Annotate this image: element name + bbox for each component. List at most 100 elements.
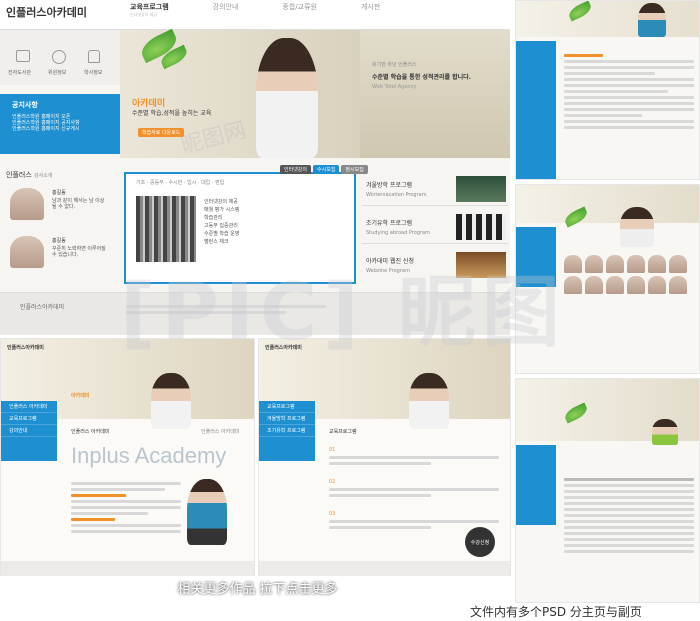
academy-side-label[interactable]: 인플러스 아카데미 — [1, 401, 57, 413]
notice-title[interactable]: 공지사항 — [12, 100, 108, 110]
quick-label-1: 전자도서관 — [8, 70, 32, 76]
program-list: 겨울방학 프로그램 Wintervacation Program 조기유학 프로… — [360, 172, 510, 284]
right-hero-sub: Web Total Agency — [372, 84, 417, 90]
sub-page-program: 인플러스아카데미 교육프로그램 겨울방학 프로그램 조기유학 프로그램 교육프로… — [258, 338, 511, 583]
grid-photo — [648, 255, 666, 273]
program-side-item[interactable]: 조기유학 프로그램 — [259, 425, 315, 437]
nav-item-3[interactable]: 종합/교류원 — [282, 2, 317, 12]
main-page-mockup: 인플러스아카데미 교육프로그램 강의안내 종합/교류원 게시판 인터넷강의 제공… — [0, 0, 510, 335]
thumb3-sidebar — [516, 445, 556, 525]
teacher-section-title: 인플러스 강사소개 — [6, 170, 52, 180]
academy-breadcrumb[interactable]: 인플러스 아카데미 — [201, 429, 239, 435]
thumb2-grid — [564, 255, 694, 294]
program-photo — [409, 373, 449, 429]
course-list: 인터넷강의 제공 매월 평가 시스템 학습관리 고등부 집중관리 수준별 학습 … — [204, 198, 239, 246]
thumb1-content — [564, 51, 694, 132]
thumb2-sidebar — [516, 227, 556, 287]
thumb3-table — [564, 475, 694, 556]
right-hero — [360, 30, 510, 158]
footer-text — [126, 302, 326, 317]
student-photo — [256, 38, 318, 158]
academy-page-heading: 인플러스 아카데미 — [71, 429, 110, 435]
tab-menu[interactable]: 기초 · 중등부 · 수시반 · 입시 · 대입 · 편입 — [136, 180, 224, 186]
program-title-2: 조기유학 프로그램 — [366, 220, 413, 227]
course-item-5[interactable]: 수준별 학습 운영 — [204, 230, 239, 238]
sub-page-thumb-1 — [515, 0, 700, 180]
academy-hero-label: 아카데미 — [71, 393, 90, 399]
globe-icon[interactable] — [52, 50, 66, 64]
hero-title: 수준별 학습,성적을 높히는 교육 — [132, 110, 212, 117]
bottom-banner[interactable]: 相关更多作品 拉下点击更多 — [0, 576, 515, 598]
program-side-label[interactable]: 교육프로그램 — [259, 401, 315, 413]
program-steps: 01 02 03 — [329, 447, 499, 532]
course-tabs: 인터넷강의 수시모집 정시모집 — [280, 165, 368, 174]
grid-photo — [585, 276, 603, 294]
grid-photo — [606, 276, 624, 294]
teacher-name-2: 홍길동 — [52, 238, 66, 244]
grid-photo — [564, 276, 582, 294]
program-thumb-1 — [456, 176, 506, 202]
teacher-desc-1: 남과 같이 해서는 남 이상 될 수 없다. — [52, 198, 105, 210]
hero-button[interactable]: 학습자료 다운로드 — [138, 128, 185, 137]
program-sidebar: 교육프로그램 겨울방학 프로그램 조기유학 프로그램 — [259, 401, 315, 461]
thumb1-sidebar — [516, 41, 556, 179]
program-title-1: 겨울방학 프로그램 — [366, 182, 413, 189]
program-sub-2: Studying abroad Program — [366, 230, 430, 236]
thumb2-header — [516, 185, 699, 223]
sub-nav: 인터넷강의 제공 — [130, 12, 157, 18]
quick-icons: 전자도서관 위원정보 학사정보 — [0, 30, 120, 85]
sub-page-thumb-3 — [515, 378, 700, 603]
program-title-3: 아카데미 웹진 신청 — [366, 258, 414, 265]
grid-photo — [669, 255, 687, 273]
program-sub-1: Wintervacation Program — [366, 192, 427, 198]
footer-logo: 인플러스아카데미 — [20, 304, 65, 311]
thumb2-photo — [620, 207, 654, 247]
nav-item-4[interactable]: 게시판 — [361, 2, 380, 12]
program-logo[interactable]: 인플러스아카데미 — [265, 345, 302, 351]
tab-1[interactable]: 인터넷강의 — [280, 165, 312, 174]
right-hero-small: 쉬기만 하던 인플러스 — [372, 62, 417, 68]
tab-2[interactable]: 수시모집 — [313, 165, 340, 174]
step-3: 03 — [329, 511, 336, 517]
grid-photo — [585, 255, 603, 273]
sub-nav-item[interactable]: 인터넷강의 제공 — [130, 12, 157, 17]
teacher-section-sub: 강사소개 — [34, 173, 53, 179]
academy-man-photo — [187, 479, 227, 545]
inplus-academy-title: Inplus Academy — [71, 443, 227, 468]
lock-icon[interactable] — [88, 50, 100, 63]
course-item-1[interactable]: 인터넷강의 제공 — [204, 198, 239, 206]
book-icon[interactable] — [16, 50, 30, 62]
program-item-1[interactable]: 겨울방학 프로그램 Wintervacation Program — [362, 172, 508, 206]
teacher-photo-1 — [10, 188, 44, 220]
academy-text — [71, 479, 181, 536]
enroll-badge[interactable]: 수강신청 — [465, 527, 495, 557]
academy-photo — [151, 373, 191, 429]
program-sub-3: Webzine Program — [366, 268, 410, 274]
course-item-4[interactable]: 고등부 집중관리 — [204, 222, 239, 230]
thumb1-header — [516, 1, 699, 37]
program-side-item[interactable]: 겨울방학 프로그램 — [259, 413, 315, 425]
academy-side-item[interactable]: 강의안내 — [1, 425, 57, 437]
nav-item-2[interactable]: 강의안내 — [213, 2, 239, 12]
grid-photo — [627, 255, 645, 273]
teacher-name-1: 홍길동 — [52, 190, 66, 196]
sub-page-academy: 인플러스아카데미 아카데미 인플러스 아카데미 교육프로그램 강의안내 인플러스… — [0, 338, 255, 583]
program-item-2[interactable]: 조기유학 프로그램 Studying abroad Program — [362, 210, 508, 244]
logo[interactable]: 인플러스아카데미 — [6, 4, 87, 20]
program-item-3[interactable]: 아카데미 웹진 신청 Webzine Program — [362, 248, 508, 282]
academy-side-item[interactable]: 교육프로그램 — [1, 413, 57, 425]
notice-item-3[interactable]: 인플러스학원 홈페이지 신규게시 — [12, 126, 108, 132]
screenshot-canvas: 인플러스아카데미 교육프로그램 강의안내 종합/교류원 게시판 인터넷강의 제공… — [0, 0, 700, 621]
program-page-heading: 교육프로그램 — [329, 429, 357, 435]
course-item-3[interactable]: 학습관리 — [204, 214, 239, 222]
grid-photo — [669, 276, 687, 294]
academy-logo[interactable]: 인플러스아카데미 — [7, 345, 44, 351]
course-item-2[interactable]: 매월 평가 시스템 — [204, 206, 239, 214]
teacher-desc-2: 꾸준히 노력하면 이루어질 수 있습니다. — [52, 246, 106, 258]
teacher-photo-2 — [10, 236, 44, 268]
grid-photo — [564, 255, 582, 273]
nav-item-1[interactable]: 교육프로그램 — [130, 2, 169, 12]
notice-box: 공지사항 인플러스학원 홈페이지 오픈 인플러스학원 홈페이지 공지사항 인플러… — [0, 94, 120, 154]
course-item-6[interactable]: 밸런스 체크 — [204, 238, 239, 246]
step-2: 02 — [329, 479, 336, 485]
